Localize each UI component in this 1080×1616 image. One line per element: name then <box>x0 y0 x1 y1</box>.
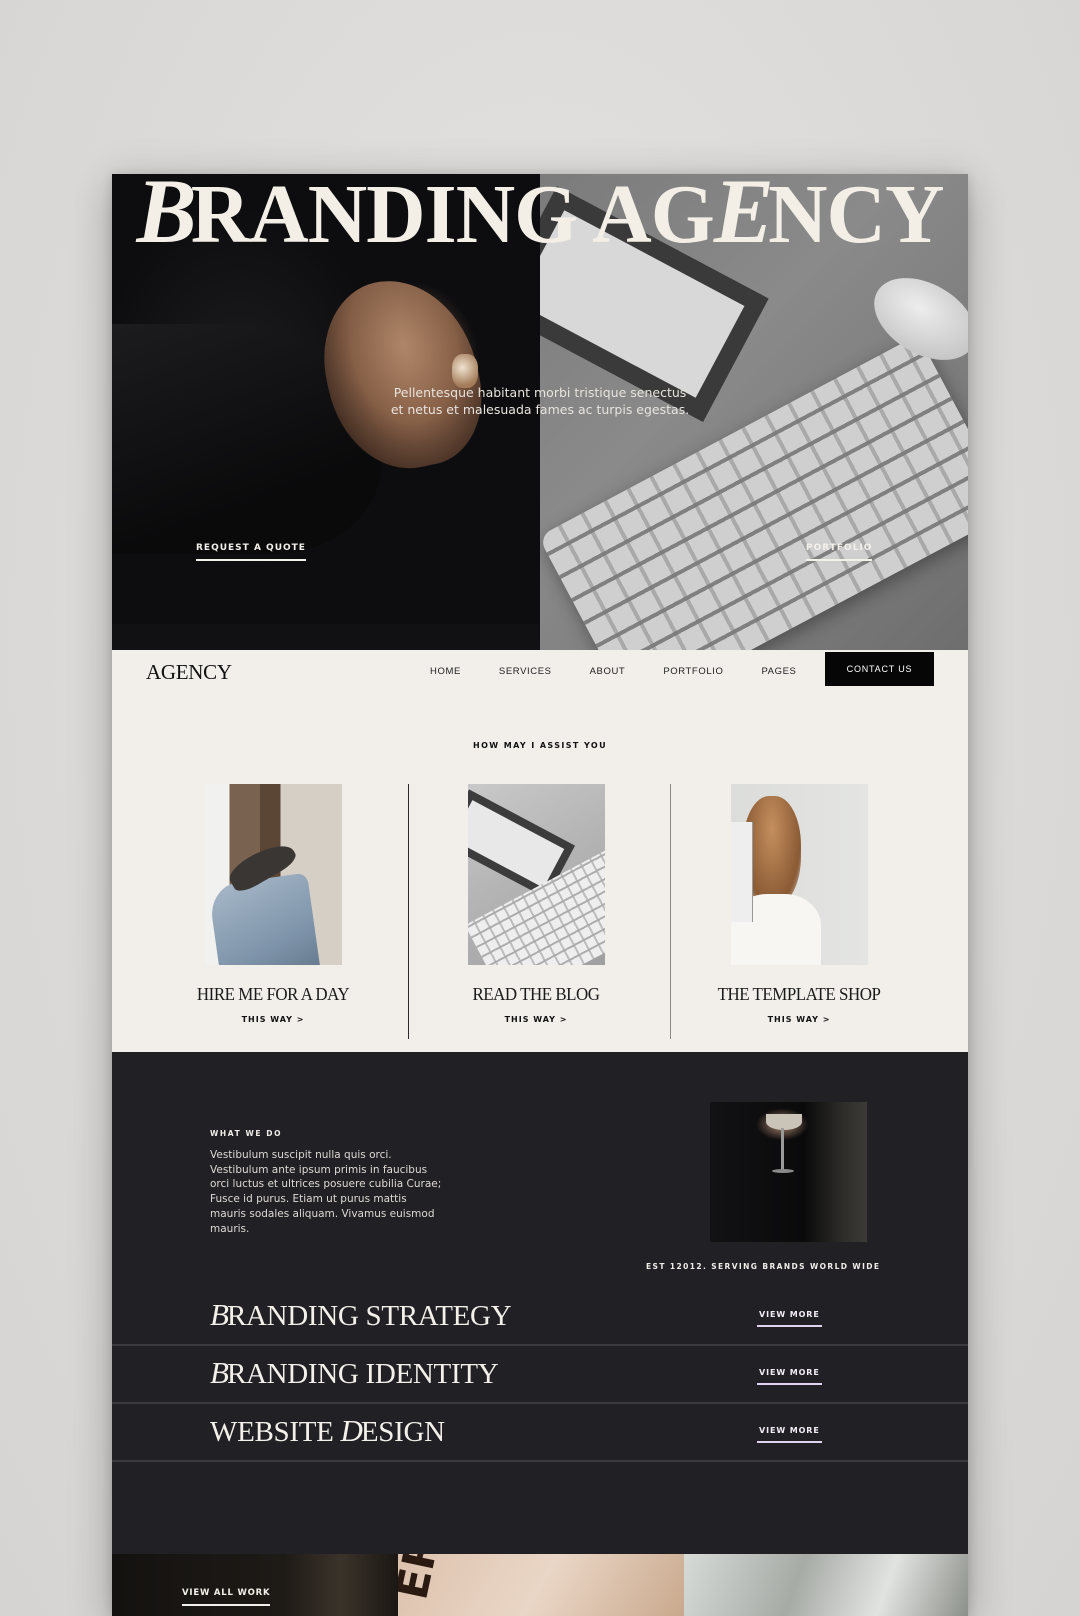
hero-section: BRANDING AGENCY Pellentesque habitant mo… <box>112 174 968 650</box>
view-all-work-button[interactable]: VIEW ALL WORK <box>182 1588 271 1606</box>
nav-item-pages[interactable]: PAGES <box>761 666 796 677</box>
card-hire-me[interactable]: HIRE ME FOR A DAY THIS WAY > <box>142 784 404 1024</box>
nav-item-portfolio[interactable]: PORTFOLIO <box>663 666 723 677</box>
service-title-rest: RANDING IDENTITY <box>226 1358 499 1390</box>
service-row-identity[interactable]: BRANDING IDENTITY VIEW MORE <box>112 1348 968 1404</box>
service-row-strategy[interactable]: BRANDING STRATEGY VIEW MORE <box>112 1290 968 1346</box>
site-logo[interactable]: AGENCY <box>146 660 232 685</box>
card-read-blog[interactable]: READ THE BLOG THIS WAY > <box>405 784 667 1024</box>
this-way-link[interactable]: THIS WAY > <box>668 1015 930 1024</box>
view-more-button[interactable]: VIEW MORE <box>757 1426 822 1443</box>
main-nav: AGENCY HOME SERVICES ABOUT PORTFOLIO PAG… <box>112 650 968 710</box>
keyboard-shape <box>540 334 968 650</box>
card-title: THE TEMPLATE SHOP <box>717 984 881 1004</box>
magazine-shape <box>730 822 753 922</box>
hero-title-part1: RANDING AG <box>190 174 715 261</box>
card-title: READ THE BLOG <box>472 984 600 1004</box>
magazine-letters-shape: ER <box>398 1554 450 1604</box>
card-image-keyboard <box>467 784 605 965</box>
portfolio-strip: VIEW ALL WORK ER <box>112 1554 968 1616</box>
service-title-script-cap: D <box>340 1413 363 1448</box>
hero-bottom-strip <box>112 624 540 650</box>
service-title-rest: ESIGN <box>360 1416 445 1448</box>
view-more-button[interactable]: VIEW MORE <box>757 1310 822 1327</box>
glass-stem-shape <box>781 1128 784 1170</box>
service-title: WEBSITE DESIGN <box>210 1413 445 1449</box>
nav-item-services[interactable]: SERVICES <box>499 666 552 677</box>
card-image-shoes <box>204 784 342 965</box>
service-title-rest: RANDING STRATEGY <box>226 1300 512 1332</box>
hero-title-script-mid: E <box>713 174 774 262</box>
services-section: WHAT WE DO Vestibulum suscipit nulla qui… <box>112 1052 968 1616</box>
card-template-shop[interactable]: THE TEMPLATE SHOP THIS WAY > <box>668 784 930 1024</box>
portfolio-button[interactable]: PORTFOLIO <box>806 543 873 561</box>
assist-heading: HOW MAY I ASSIST YOU <box>473 741 607 750</box>
card-image-woman <box>730 784 868 965</box>
contact-us-button[interactable]: CONTACT US <box>825 652 934 686</box>
service-title: BRANDING IDENTITY <box>210 1355 499 1391</box>
nav-item-home[interactable]: HOME <box>430 666 461 677</box>
nav-item-about[interactable]: ABOUT <box>590 666 626 677</box>
this-way-link[interactable]: THIS WAY > <box>405 1015 667 1024</box>
hero-title-script-initial: B <box>136 174 197 262</box>
what-we-do-label: WHAT WE DO <box>210 1129 283 1138</box>
service-row-website-design[interactable]: WEBSITE DESIGN VIEW MORE <box>112 1406 968 1462</box>
service-title-prefix: WEBSITE <box>210 1416 341 1448</box>
portfolio-tile-linen[interactable] <box>684 1554 968 1616</box>
hero-title: BRANDING AGENCY <box>121 174 960 260</box>
request-quote-button[interactable]: REQUEST A QUOTE <box>196 543 306 561</box>
this-way-link[interactable]: THIS WAY > <box>142 1015 404 1024</box>
glass-bowl-shape <box>766 1114 802 1130</box>
ring-shape <box>452 354 478 388</box>
card-title: HIRE ME FOR A DAY <box>196 984 350 1004</box>
portfolio-tile-floral[interactable]: ER <box>398 1554 684 1616</box>
portfolio-tile-dark[interactable]: VIEW ALL WORK <box>112 1554 398 1616</box>
glass-photo <box>710 1102 867 1242</box>
service-title-script-cap: B <box>210 1355 229 1390</box>
what-we-do-body: Vestibulum suscipit nulla quis orci. Ves… <box>210 1149 442 1235</box>
established-line: EST 12012. SERVING BRANDS WORLD WIDE <box>646 1262 881 1271</box>
hero-tagline: Pellentesque habitant morbi tristique se… <box>390 385 690 417</box>
service-title: BRANDING STRATEGY <box>210 1297 512 1333</box>
nav-menu: HOME SERVICES ABOUT PORTFOLIO PAGES <box>430 666 834 677</box>
website-mockup: BRANDING AGENCY Pellentesque habitant mo… <box>112 174 968 1616</box>
service-title-script-cap: B <box>210 1297 229 1332</box>
glass-base-shape <box>772 1169 794 1173</box>
hero-title-part2: NCY <box>768 174 944 261</box>
view-more-button[interactable]: VIEW MORE <box>757 1368 822 1385</box>
